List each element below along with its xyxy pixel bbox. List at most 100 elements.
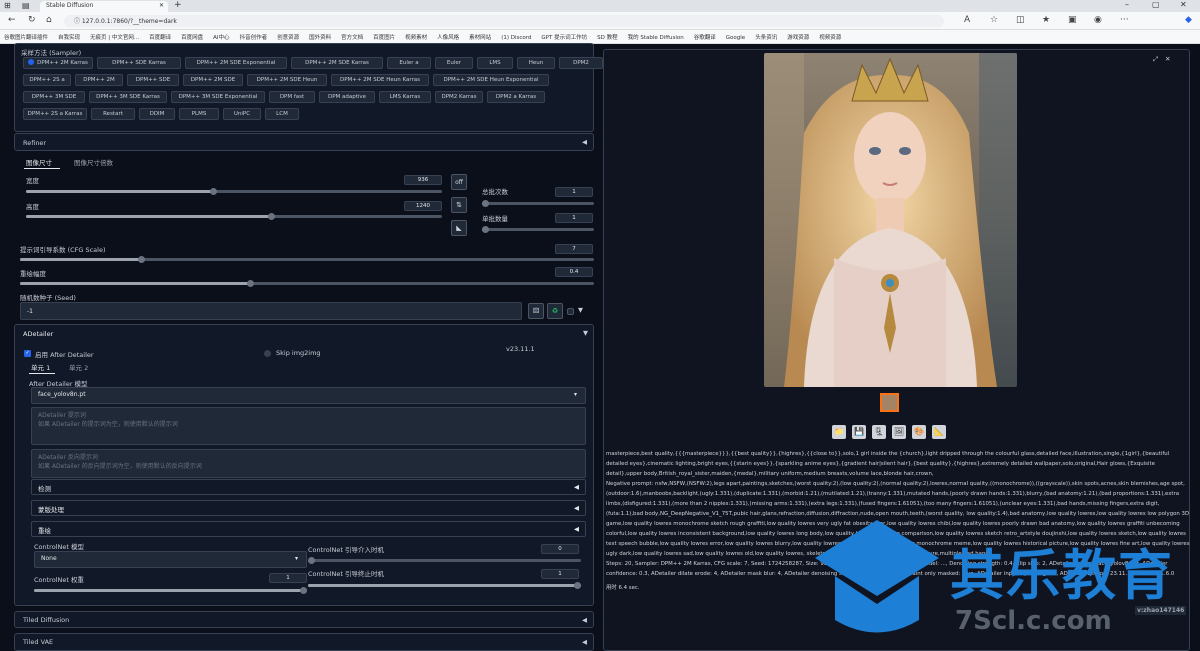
width-slider[interactable] [26, 188, 442, 195]
bookmark-item[interactable]: Google [726, 35, 745, 41]
bookmark-item[interactable]: SD 教程 [597, 33, 617, 41]
dice-icon[interactable]: ⚄ [528, 303, 544, 319]
tab-stable-diffusion[interactable]: Stable Diffusion ✕ [40, 1, 168, 12]
adetailer-negative-prompt-input[interactable]: ADetailer 反向提示词 如果 ADetailer 的反向提示词为空，则使… [31, 449, 586, 478]
denoise-slider[interactable] [20, 280, 594, 287]
sampler-option[interactable]: DPM2 a Karras [487, 91, 545, 103]
send-to-inpaint-icon[interactable]: 🎨 [912, 425, 926, 439]
send-to-extras-icon[interactable]: 📐 [932, 425, 946, 439]
maximize-icon[interactable]: ▢ [1152, 0, 1160, 9]
refiner-panel[interactable]: Refiner ◀ [14, 133, 594, 151]
skip-img2img-checkbox[interactable] [264, 350, 271, 357]
bookmark-item[interactable]: 国外资料 [309, 33, 331, 41]
batch-count-slider[interactable] [482, 200, 594, 207]
batch-size-input[interactable]: 1 [555, 213, 593, 223]
bookmark-item[interactable]: 游戏资源 [787, 33, 809, 41]
tab-unit-1[interactable]: 单元 1 [31, 362, 50, 372]
width-input[interactable]: 936 [404, 175, 442, 185]
sampler-option[interactable]: DPM++ 3M SDE Exponential [171, 91, 265, 103]
minimize-icon[interactable]: – [1125, 0, 1129, 9]
favorites-list-icon[interactable]: ★ [1042, 15, 1050, 25]
sampler-option[interactable]: DPM++ 2M [75, 74, 123, 86]
copilot-icon[interactable]: ◆ [1185, 15, 1192, 25]
bookmark-item[interactable]: 百度图片 [373, 33, 395, 41]
sampler-option[interactable]: Euler [435, 57, 473, 69]
controlnet-start-input[interactable]: 0 [541, 544, 579, 554]
bookmark-item[interactable]: 创意资源 [277, 33, 299, 41]
controlnet-model-select[interactable]: None ▾ [34, 551, 307, 568]
sampler-option[interactable]: DPM++ 3M SDE [23, 91, 85, 103]
sampler-option[interactable]: Restart [91, 108, 135, 120]
profile-icon[interactable]: ◉ [1094, 15, 1102, 25]
collapse-triangle-icon[interactable]: ◀ [582, 138, 587, 146]
adetailer-prompt-input[interactable]: ADetailer 提示词 如果 ADetailer 的提示词为空，则使用默认的… [31, 407, 586, 445]
sampler-option[interactable]: DPM adaptive [319, 91, 375, 103]
tab-image-scale[interactable]: 图像尺寸倍数 [74, 157, 113, 167]
send-to-img2img-icon[interactable]: 🖼 [892, 425, 906, 439]
collapse-down-icon[interactable]: ▼ [583, 329, 588, 337]
sampler-option[interactable]: DPM++ 2M SDE Exponential [185, 57, 287, 69]
inpaint-section[interactable]: 重绘 ◀ [31, 521, 586, 537]
sampler-option[interactable]: DPM2 [559, 57, 603, 69]
fullscreen-icon[interactable]: ⤢ [1153, 55, 1158, 64]
denoise-input[interactable]: 0.4 [555, 267, 593, 277]
sampler-option[interactable]: DPM++ 2M SDE [183, 74, 243, 86]
bookmark-item[interactable]: 人像风格 [437, 33, 459, 41]
open-folder-icon[interactable]: 📁 [832, 425, 846, 439]
zip-icon[interactable]: 🗜 [872, 425, 886, 439]
window-menu-icon[interactable]: ⊞ [4, 1, 11, 10]
bookmark-item[interactable]: 视频素材 [405, 33, 427, 41]
sampler-option[interactable]: Euler a [387, 57, 431, 69]
sampler-option[interactable]: DPM++ 2M SDE Heun Exponential [433, 74, 549, 86]
new-tab-icon[interactable]: + [174, 0, 182, 10]
enable-adetailer-checkbox[interactable]: ✓ [24, 350, 31, 357]
tiled-diffusion-panel[interactable]: Tiled Diffusion ◀ [14, 611, 594, 628]
bookmark-item[interactable]: GPT 提示词工作坊 [541, 33, 587, 41]
url-input[interactable]: ⓘ 127.0.0.1:7860/?__theme=dark [64, 15, 944, 27]
extra-seed-toggle-icon[interactable]: ▼ [578, 306, 583, 314]
close-tab-icon[interactable]: ✕ [159, 2, 164, 9]
split-icon[interactable]: ◫ [1016, 15, 1025, 25]
detection-section[interactable]: 检测 ◀ [31, 479, 586, 495]
controlnet-start-slider[interactable] [308, 557, 581, 564]
seed-input[interactable]: -1 [20, 302, 522, 320]
sampler-option[interactable]: DPM++ SDE [127, 74, 179, 86]
thumbnail[interactable] [880, 393, 899, 412]
sampler-option[interactable]: DPM++ SDE Karras [97, 57, 181, 69]
bookmark-item[interactable]: 谷歌翻译 [694, 33, 716, 41]
height-slider[interactable] [26, 213, 442, 220]
tiled-vae-panel[interactable]: Tiled VAE ◀ [14, 633, 594, 651]
read-aloud-icon[interactable]: A [964, 15, 970, 25]
close-window-icon[interactable]: ✕ [1180, 0, 1187, 9]
controlnet-weight-input[interactable]: 1 [269, 573, 307, 583]
tab-image-size[interactable]: 图像尺寸 [26, 157, 52, 167]
aspect-ratio-button[interactable]: ◣ [451, 220, 467, 236]
bookmark-item[interactable]: 官方文档 [341, 33, 363, 41]
more-icon[interactable]: ··· [1120, 15, 1129, 25]
close-gallery-icon[interactable]: ✕ [1165, 55, 1170, 63]
tab-unit-2[interactable]: 单元 2 [69, 362, 88, 372]
bookmark-item[interactable]: 视频资源 [819, 33, 841, 41]
sampler-option[interactable]: LMS [477, 57, 513, 69]
generated-image[interactable] [764, 53, 1017, 387]
recycle-icon[interactable]: ♻ [547, 303, 563, 319]
home-icon[interactable]: ⌂ [46, 15, 52, 25]
bookmark-item[interactable]: 自我实现 [58, 33, 80, 41]
batch-size-slider[interactable] [482, 226, 594, 233]
cfg-input[interactable]: 7 [555, 244, 593, 254]
bookmark-item[interactable]: 素材网站 [469, 33, 491, 41]
save-icon[interactable]: 💾 [852, 425, 866, 439]
cfg-slider[interactable] [20, 256, 594, 263]
sampler-option[interactable]: DPM++ 2M SDE Heun [247, 74, 327, 86]
swap-dimensions-button[interactable]: ⇅ [451, 197, 467, 213]
bookmark-item[interactable]: 无痕页 | 中文官网... [90, 33, 139, 41]
bookmark-item[interactable]: (1) Discord [501, 35, 531, 41]
bookmark-item[interactable]: 百度网盘 [181, 33, 203, 41]
controlnet-end-input[interactable]: 1 [541, 569, 579, 579]
favorite-icon[interactable]: ☆ [990, 15, 998, 25]
sampler-option[interactable]: DPM++ 2S a Karras [23, 108, 87, 120]
adetailer-title[interactable]: ADetailer [23, 330, 53, 338]
bookmark-item[interactable]: 我的 Stable Diffusion [628, 33, 684, 41]
sampler-option[interactable]: UniPC [223, 108, 261, 120]
extra-seed-checkbox[interactable] [567, 308, 574, 315]
